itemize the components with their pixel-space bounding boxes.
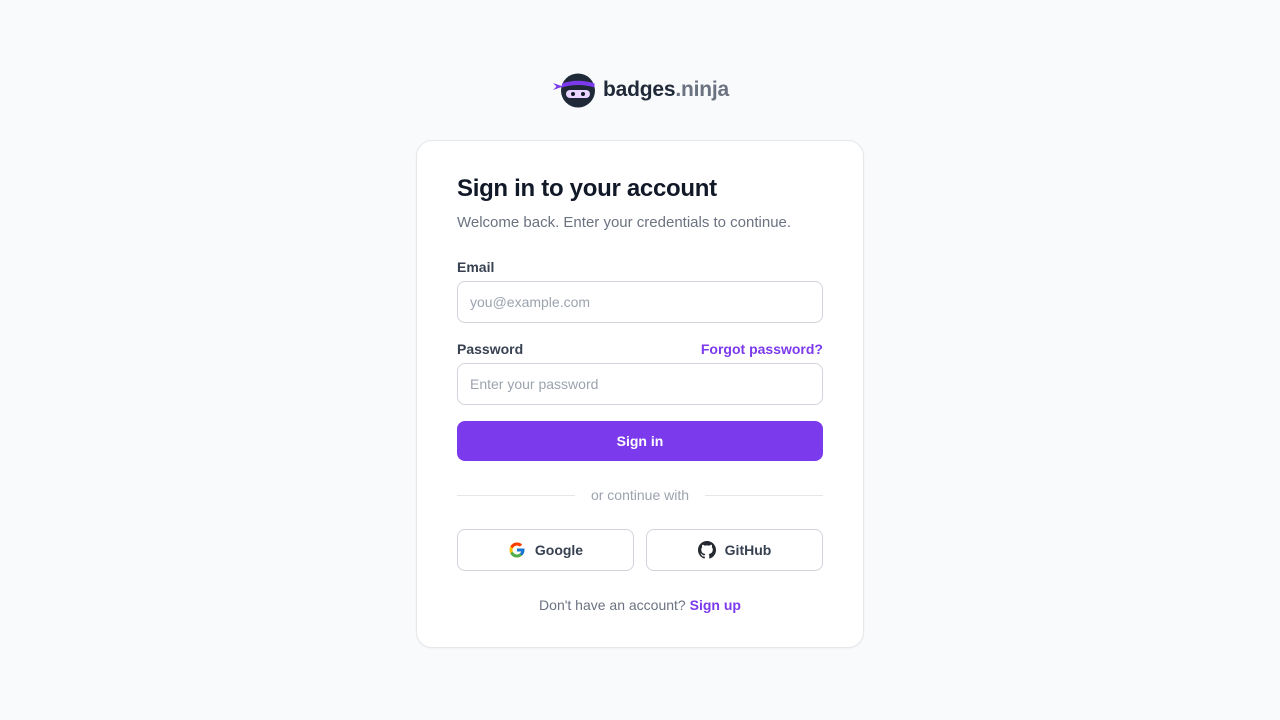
page-subtitle: Welcome back. Enter your credentials to … — [457, 214, 792, 231]
sign-in-button[interactable]: Sign in — [457, 421, 823, 461]
password-field[interactable] — [457, 363, 823, 405]
brand-logo-lockup[interactable]: badges.ninja — [552, 71, 729, 108]
password-label: Password — [457, 341, 524, 357]
sign-in-card: Sign in to your account Welcome back. En… — [416, 140, 864, 648]
signup-prompt-row: Don't have an account? Sign up — [457, 597, 823, 614]
google-button-label: Google — [534, 542, 584, 558]
brand-name: badges.ninja — [603, 79, 729, 100]
email-field[interactable] — [457, 281, 823, 323]
brand-name-tld: .ninja — [675, 78, 729, 101]
signup-prompt-text: Don't have an account? — [539, 597, 686, 613]
github-sign-in-button[interactable]: GitHub — [646, 529, 823, 571]
github-icon — [697, 541, 716, 559]
sign-up-link[interactable]: Sign up — [690, 597, 741, 613]
google-sign-in-button[interactable]: Google — [457, 529, 634, 571]
brand-name-main: badges — [603, 78, 676, 101]
ninja-mascot-icon — [553, 73, 595, 108]
email-label: Email — [457, 259, 495, 275]
divider-line-right — [705, 495, 823, 496]
page-title: Sign in to your account — [457, 175, 717, 202]
github-button-label: GitHub — [724, 542, 772, 558]
forgot-password-link[interactable]: Forgot password? — [701, 341, 823, 358]
google-icon — [509, 542, 525, 558]
